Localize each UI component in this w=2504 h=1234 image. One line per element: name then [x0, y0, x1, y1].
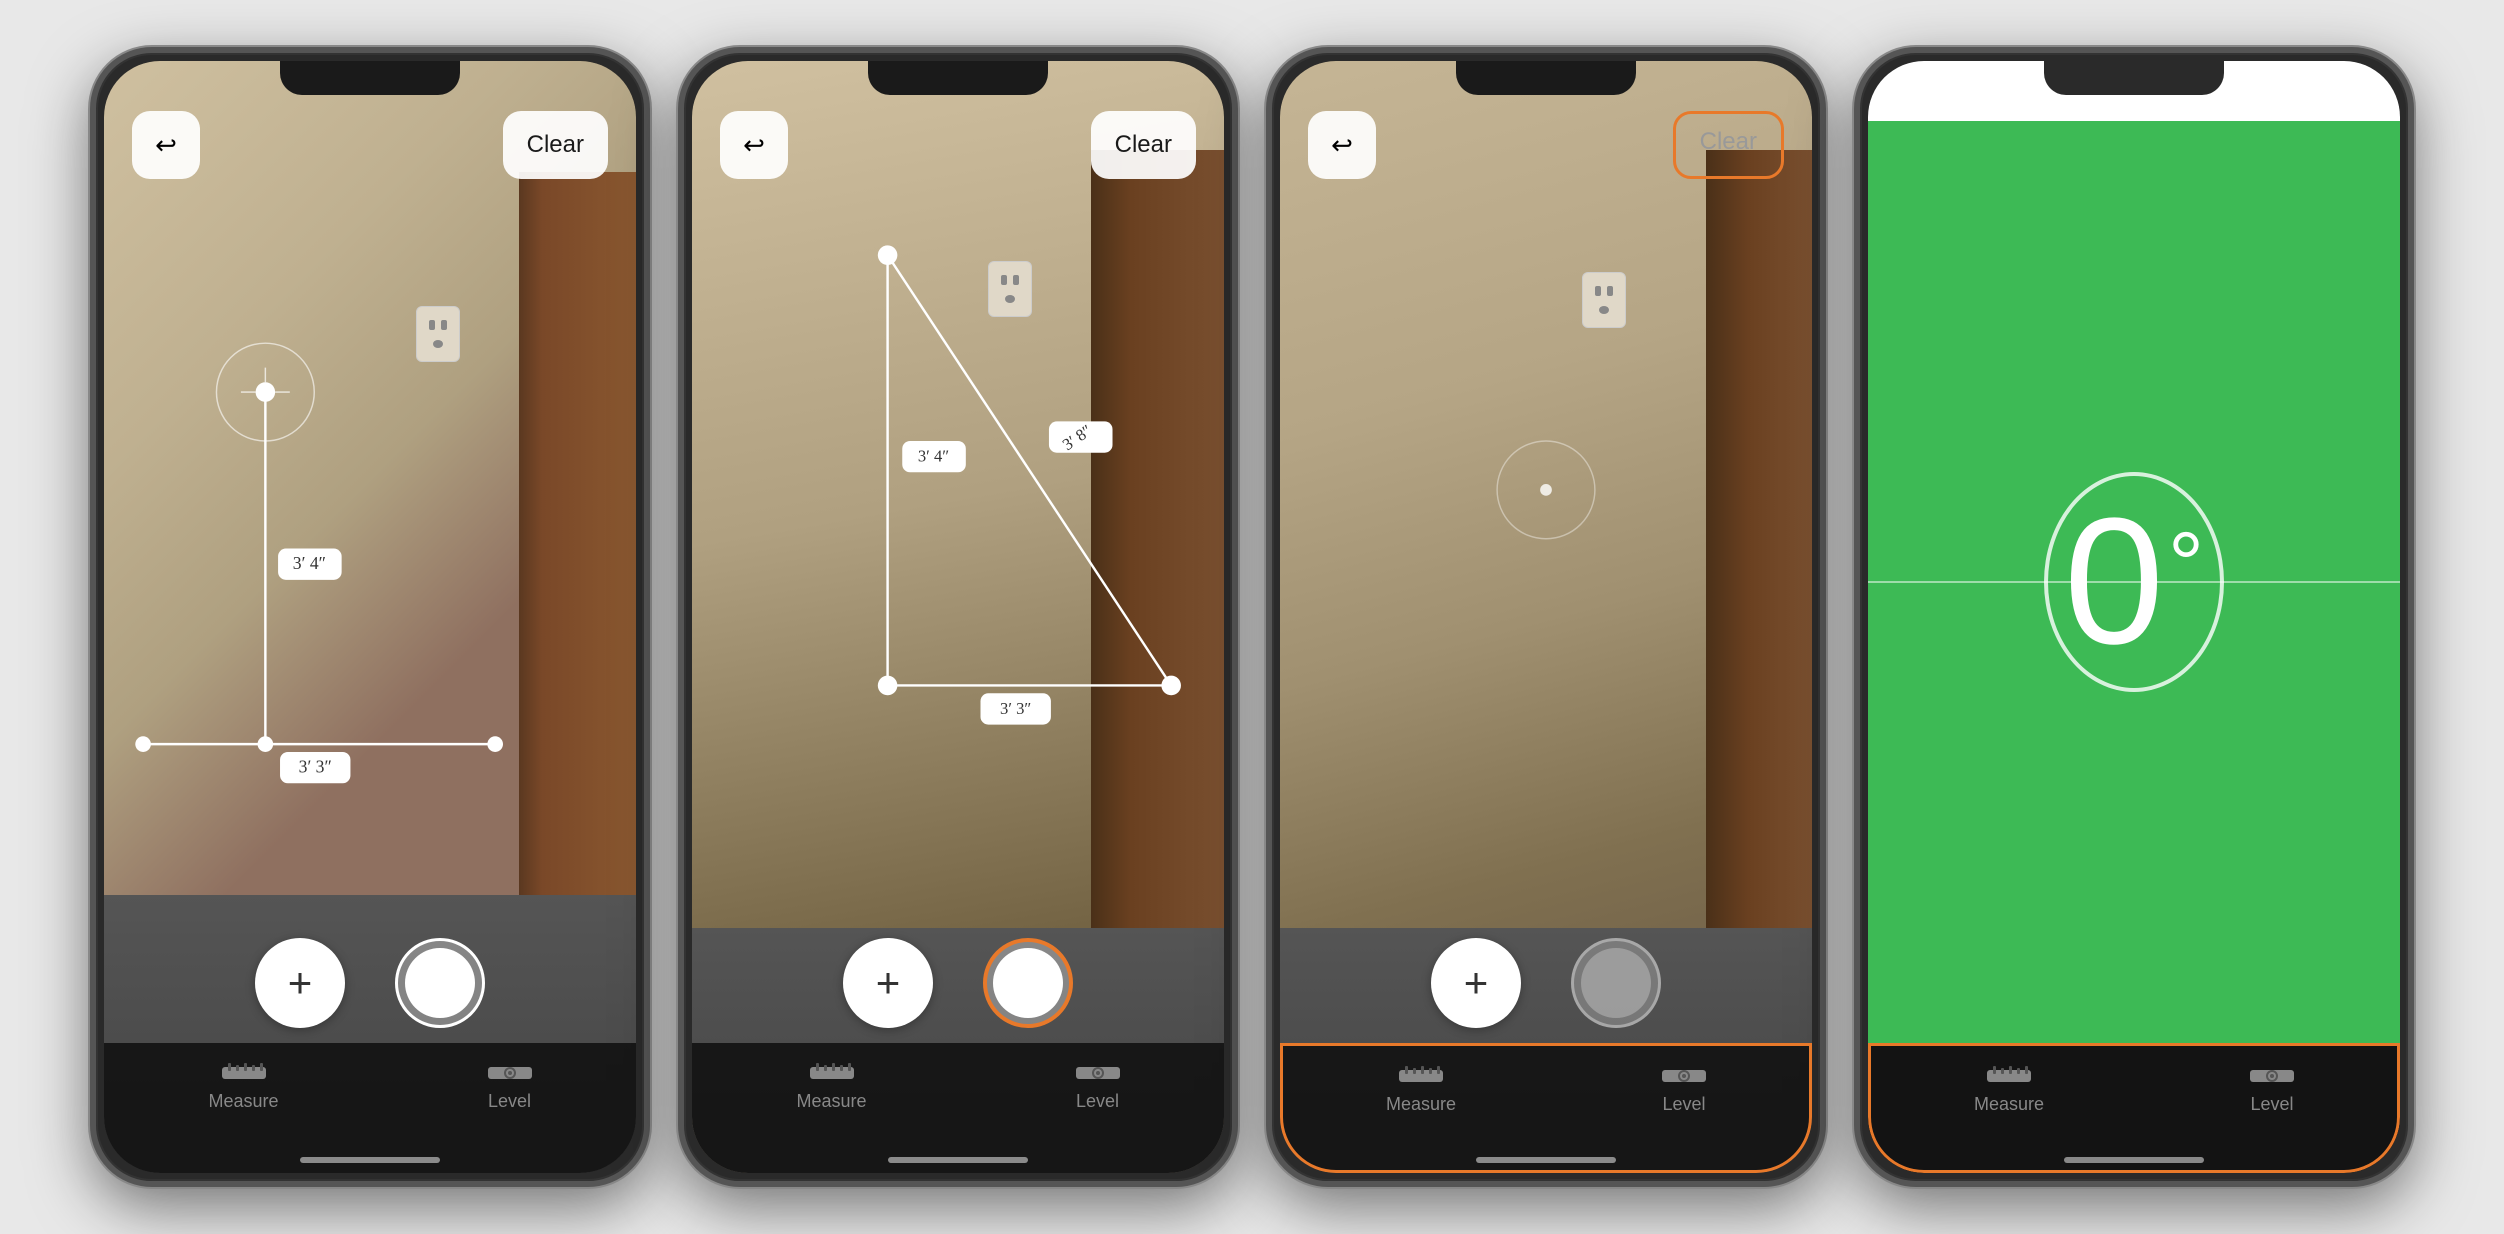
- measure-controls-1: +: [104, 938, 636, 1028]
- svg-text:3′ 4″: 3′ 4″: [293, 553, 326, 573]
- shutter-inner-1: [405, 948, 475, 1018]
- measure-controls-2: +: [692, 938, 1224, 1028]
- level-icon-3: [1662, 1064, 1706, 1088]
- tab-measure-label-4: Measure: [1974, 1094, 2044, 1115]
- home-indicator-1: [300, 1157, 440, 1163]
- tab-measure-4[interactable]: Measure: [1974, 1064, 2044, 1115]
- back-icon-3: ↩: [1331, 130, 1353, 161]
- clear-button-1[interactable]: Clear: [503, 111, 608, 179]
- shutter-inner-2: [993, 948, 1063, 1018]
- phones-container: 3′ 4″ 3′ 3″ ↩ Clear: [50, 7, 2454, 1227]
- back-button-3[interactable]: ↩: [1308, 111, 1376, 179]
- phone-3: ↩ Clear +: [1266, 47, 1826, 1187]
- tab-level-label-1: Level: [488, 1091, 531, 1112]
- tab-measure-2[interactable]: Measure: [796, 1061, 866, 1112]
- tab-measure-label-3: Measure: [1386, 1094, 1456, 1115]
- level-screen: 0 °: [1868, 121, 2400, 1043]
- svg-text:3′ 4″: 3′ 4″: [918, 447, 949, 466]
- shutter-button-1[interactable]: [395, 938, 485, 1028]
- ruler-icon-4: [1987, 1064, 2031, 1088]
- degree-number: 0: [2064, 492, 2164, 672]
- clear-button-2[interactable]: Clear: [1091, 111, 1196, 179]
- top-buttons-1: ↩ Clear: [104, 111, 636, 179]
- home-indicator-2: [888, 1157, 1028, 1163]
- phone-4: 0 ° Measure: [1854, 47, 2414, 1187]
- notch-4: [2044, 61, 2224, 95]
- level-icon-1: [488, 1061, 532, 1085]
- tab-level-2[interactable]: Level: [1076, 1061, 1120, 1112]
- home-indicator-4: [2064, 1157, 2204, 1163]
- tab-bar-3: Measure Level: [1280, 1043, 1812, 1173]
- tab-bar-2: Measure Level: [692, 1043, 1224, 1173]
- ruler-icon-2: [810, 1061, 854, 1085]
- back-button-1[interactable]: ↩: [132, 111, 200, 179]
- tab-measure-label-2: Measure: [796, 1091, 866, 1112]
- add-point-button-3[interactable]: +: [1431, 938, 1521, 1028]
- clear-label-2: Clear: [1115, 131, 1172, 159]
- shutter-button-2[interactable]: [983, 938, 1073, 1028]
- tab-bar-1: Measure Level: [104, 1043, 636, 1173]
- degree-symbol: °: [2168, 514, 2204, 617]
- ruler-icon-3: [1399, 1064, 1443, 1088]
- tab-level-label-4: Level: [2250, 1094, 2293, 1115]
- add-point-button-1[interactable]: +: [255, 938, 345, 1028]
- svg-text:3′ 3″: 3′ 3″: [299, 756, 332, 776]
- notch-1: [280, 61, 460, 95]
- clear-button-3[interactable]: Clear: [1673, 111, 1784, 179]
- tab-measure-3[interactable]: Measure: [1386, 1064, 1456, 1115]
- back-button-2[interactable]: ↩: [720, 111, 788, 179]
- shutter-button-3[interactable]: [1571, 938, 1661, 1028]
- notch-3: [1456, 61, 1636, 95]
- tab-level-label-3: Level: [1662, 1094, 1705, 1115]
- measure-controls-3: +: [1280, 938, 1812, 1028]
- back-icon-1: ↩: [155, 130, 177, 161]
- ruler-icon-1: [222, 1061, 266, 1085]
- home-indicator-3: [1476, 1157, 1616, 1163]
- tab-level-3[interactable]: Level: [1662, 1064, 1706, 1115]
- level-icon-4: [2250, 1064, 2294, 1088]
- phone-2: 3′ 4″ 3′ 8″ 3′ 3″ ↩ Clear +: [678, 47, 1238, 1187]
- tab-level-4[interactable]: Level: [2250, 1064, 2294, 1115]
- add-point-button-2[interactable]: +: [843, 938, 933, 1028]
- tab-level-label-2: Level: [1076, 1091, 1119, 1112]
- tab-measure-1[interactable]: Measure: [208, 1061, 278, 1112]
- clear-label-3: Clear: [1700, 128, 1757, 155]
- tab-bar-4: Measure Level: [1868, 1043, 2400, 1173]
- back-icon-2: ↩: [743, 130, 765, 161]
- svg-text:3′ 3″: 3′ 3″: [1000, 699, 1031, 718]
- level-icon-2: [1076, 1061, 1120, 1085]
- phone-1: 3′ 4″ 3′ 3″ ↩ Clear: [90, 47, 650, 1187]
- top-buttons-3: ↩ Clear: [1280, 111, 1812, 179]
- top-buttons-2: ↩ Clear: [692, 111, 1224, 179]
- shutter-inner-3: [1581, 948, 1651, 1018]
- clear-label-1: Clear: [527, 131, 584, 159]
- tab-level-1[interactable]: Level: [488, 1061, 532, 1112]
- tab-measure-label-1: Measure: [208, 1091, 278, 1112]
- notch-2: [868, 61, 1048, 95]
